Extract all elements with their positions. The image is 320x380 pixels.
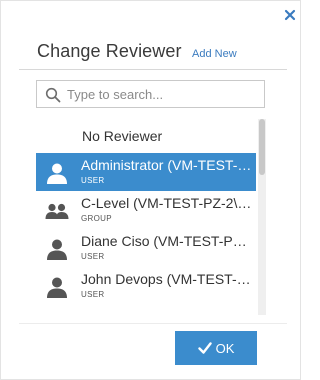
ok-button[interactable]: OK	[175, 331, 257, 365]
reviewer-list: No Reviewer Administrator (VM-TEST-PZ-2\…	[36, 119, 258, 315]
close-button[interactable]	[283, 8, 297, 22]
no-reviewer-label: No Reviewer	[82, 128, 163, 144]
search-input[interactable]	[67, 81, 261, 107]
change-reviewer-dialog: Change Reviewer Add New No Reviewer Admi…	[0, 0, 301, 380]
reviewer-item-diane-ciso[interactable]: Diane Ciso (VM-TEST-PZ-2\Diane) USER	[36, 229, 256, 267]
reviewer-type: USER	[81, 176, 105, 185]
search-icon	[45, 87, 61, 103]
reviewer-type: GROUP	[81, 214, 112, 223]
header-divider	[19, 69, 287, 70]
list-scrollbar[interactable]	[258, 119, 266, 315]
reviewer-name: John Devops (VM-TEST-PZ-2\John)	[81, 271, 253, 287]
search-box[interactable]	[36, 80, 265, 108]
reviewer-name: Diane Ciso (VM-TEST-PZ-2\Diane)	[81, 233, 253, 249]
no-reviewer-option[interactable]: No Reviewer	[36, 119, 256, 153]
reviewer-item-administrator[interactable]: Administrator (VM-TEST-PZ-2\Administrato…	[36, 153, 256, 191]
reviewer-name: C-Level (VM-TEST-PZ-2\Business)	[81, 195, 253, 211]
user-icon	[47, 277, 67, 298]
reviewer-type: USER	[81, 252, 105, 261]
add-new-link[interactable]: Add New	[192, 48, 237, 60]
reviewer-item-john-devops[interactable]: John Devops (VM-TEST-PZ-2\John) USER	[36, 267, 256, 305]
group-icon	[45, 203, 69, 219]
dialog-title: Change Reviewer	[37, 41, 182, 61]
footer-divider	[19, 323, 287, 324]
user-icon	[47, 163, 67, 184]
reviewer-item-c-level[interactable]: C-Level (VM-TEST-PZ-2\Business) GROUP	[36, 191, 256, 229]
reviewer-type: USER	[81, 290, 105, 299]
reviewer-name: Administrator (VM-TEST-PZ-2\Administrato…	[81, 157, 253, 173]
dialog-header: Change Reviewer Add New	[37, 41, 237, 65]
check-icon	[197, 342, 212, 354]
scrollbar-thumb[interactable]	[259, 119, 265, 175]
close-icon	[284, 9, 296, 21]
user-icon	[47, 239, 67, 260]
ok-button-label: OK	[215, 340, 235, 356]
